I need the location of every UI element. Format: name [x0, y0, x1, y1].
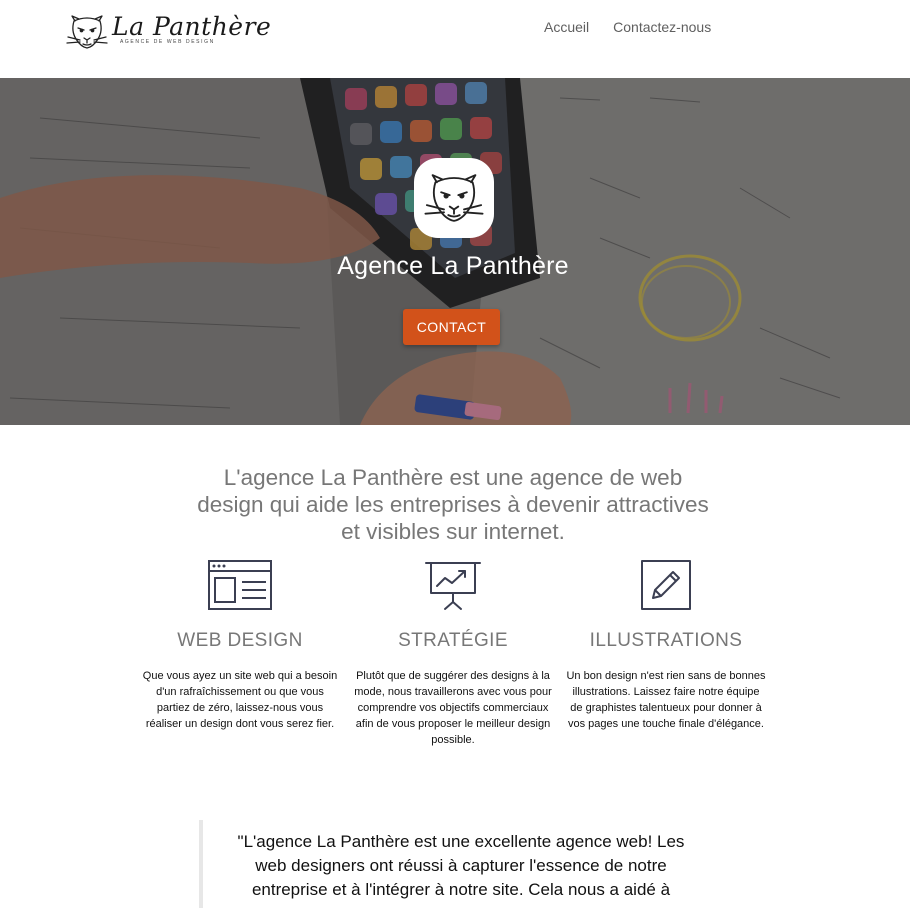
testimonial-quote: "L'agence La Panthère est une excellente… — [199, 820, 699, 908]
presentation-chart-icon — [425, 562, 481, 610]
logo-wordmark: La Panthère AGENCE DE WEB DESIGN — [112, 12, 271, 52]
panther-head-icon — [424, 174, 484, 222]
pencil-square-icon — [641, 560, 691, 610]
contact-button[interactable]: CONTACT — [403, 309, 500, 345]
nav-link-accueil[interactable]: Accueil — [544, 19, 589, 35]
logo-tagline: AGENCE DE WEB DESIGN — [120, 39, 215, 45]
hero-title: Agence La Panthère — [337, 252, 569, 280]
feature-text: Que vous ayez un site web qui a besoin d… — [142, 670, 338, 730]
feature-text: Un bon design n'est rien sans de bonnes … — [566, 670, 766, 730]
main-nav: Accueil Contactez-nous — [544, 19, 711, 35]
browser-window-icon — [208, 560, 272, 610]
feature-strategie: STRATÉGIE Plutôt que de suggérer des des… — [353, 560, 553, 748]
panther-head-icon — [66, 15, 108, 49]
intro-text: L'agence La Panthère est une agence de w… — [197, 465, 709, 544]
feature-title: WEB DESIGN — [177, 630, 303, 651]
feature-title: ILLUSTRATIONS — [589, 630, 743, 651]
hero-logo-badge — [414, 158, 494, 238]
testimonial-text: "L'agence La Panthère est une excellente… — [237, 832, 685, 899]
site-header: La Panthère AGENCE DE WEB DESIGN Accueil… — [0, 0, 910, 78]
site-logo[interactable]: La Panthère AGENCE DE WEB DESIGN — [66, 12, 271, 52]
feature-web-design: WEB DESIGN Que vous ayez un site web qui… — [140, 560, 340, 732]
hero-banner: Agence La Panthère CONTACT — [0, 78, 910, 425]
nav-link-contact[interactable]: Contactez-nous — [613, 19, 711, 35]
feature-text: Plutôt que de suggérer des designs à la … — [354, 670, 552, 746]
feature-title: STRATÉGIE — [398, 630, 508, 651]
feature-illustrations: ILLUSTRATIONS Un bon design n'est rien s… — [566, 560, 766, 732]
logo-name: La Panthère — [112, 12, 272, 41]
